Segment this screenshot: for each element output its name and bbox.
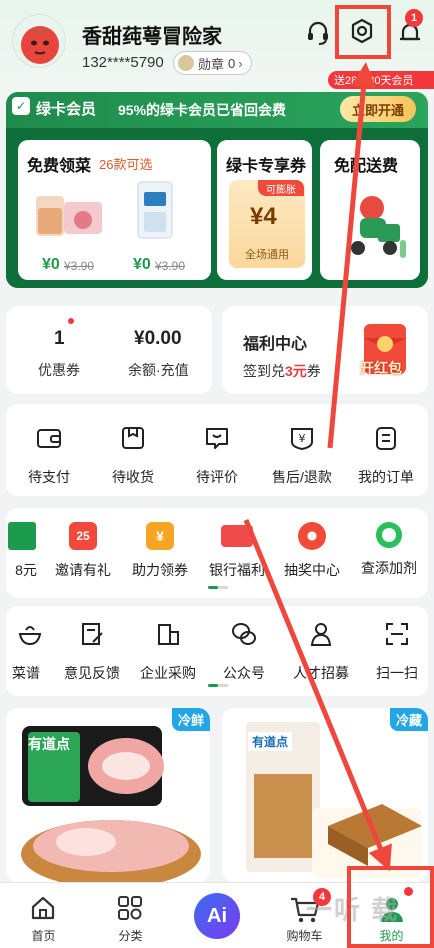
category-icon (118, 896, 142, 920)
tab-home[interactable]: 首页 (0, 883, 87, 948)
annotation-frame-profile (347, 866, 434, 948)
ai-icon: Ai (194, 893, 240, 939)
home-icon (31, 896, 55, 920)
annotation-arrows (243, 62, 392, 872)
tab-ai[interactable]: Ai (174, 883, 261, 948)
tab-category[interactable]: 分类 (87, 883, 174, 948)
